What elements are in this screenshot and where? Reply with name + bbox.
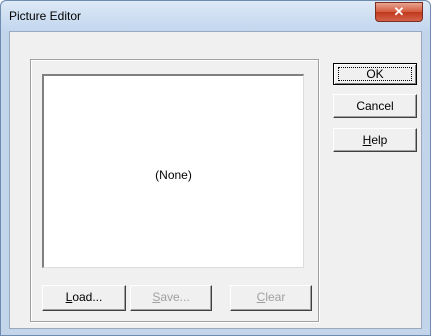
ok-button-label: OK bbox=[366, 67, 384, 81]
help-button[interactable]: Help bbox=[333, 128, 417, 152]
help-button-label: Help bbox=[362, 133, 388, 147]
picture-preview: (None) bbox=[42, 74, 304, 268]
clear-button-label: Clear bbox=[256, 290, 286, 304]
title-bar[interactable]: Picture Editor ✕ bbox=[1, 1, 430, 31]
load-button[interactable]: Load... bbox=[42, 285, 126, 311]
cancel-button-label: Cancel bbox=[356, 99, 394, 113]
load-button-label: Load... bbox=[65, 290, 103, 304]
window-title: Picture Editor bbox=[9, 9, 82, 23]
save-button-label: Save... bbox=[152, 290, 190, 304]
picture-placeholder-text: (None) bbox=[155, 168, 192, 182]
cancel-button[interactable]: Cancel bbox=[333, 94, 417, 118]
ok-button[interactable]: OK bbox=[333, 63, 417, 85]
save-button[interactable]: Save... bbox=[130, 285, 212, 311]
clear-button[interactable]: Clear bbox=[230, 285, 312, 311]
dialog-client-area: (None) Load... Save... Clear OK Cancel H… bbox=[9, 31, 422, 329]
picture-editor-window: Picture Editor ✕ (None) Load... Save... … bbox=[0, 0, 431, 336]
close-icon: ✕ bbox=[393, 4, 405, 19]
close-button[interactable]: ✕ bbox=[375, 2, 423, 22]
